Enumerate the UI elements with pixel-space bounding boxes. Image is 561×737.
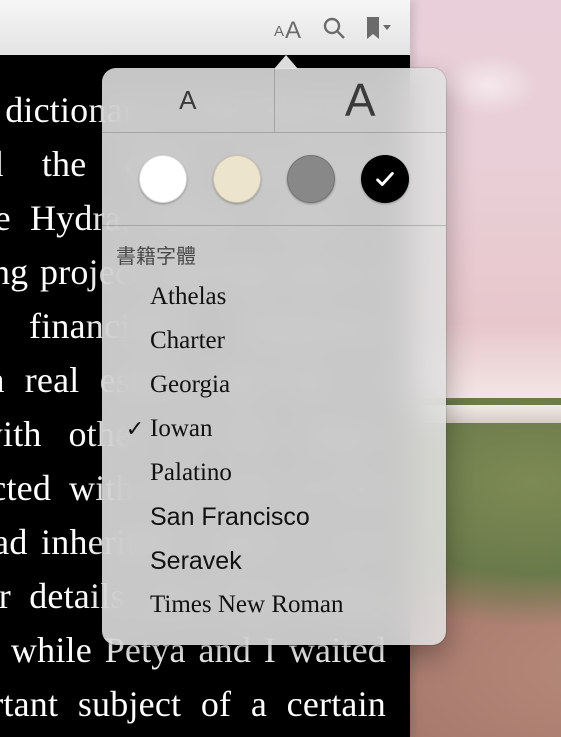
selected-check-icon: ✓	[120, 416, 150, 442]
font-option-label: Iowan	[150, 415, 212, 443]
font-option[interactable]: Athelas	[102, 275, 446, 319]
theme-black-swatch[interactable]	[361, 155, 409, 203]
font-option[interactable]: Georgia	[102, 363, 446, 407]
toolbar: A A	[0, 0, 410, 56]
font-option[interactable]: Palatino	[102, 451, 446, 495]
search-icon[interactable]	[322, 16, 346, 40]
popover-arrow	[274, 55, 298, 69]
theme-sepia-swatch[interactable]	[213, 155, 261, 203]
increase-font-label: A	[345, 73, 376, 127]
bookmark-icon[interactable]	[364, 16, 394, 40]
svg-text:A: A	[274, 23, 284, 40]
appearance-icon[interactable]: A A	[268, 15, 304, 41]
font-option-label: Athelas	[150, 283, 226, 311]
fonts-section: 書籍字體 AthelasCharterGeorgia✓IowanPalatino…	[102, 226, 446, 627]
decrease-font-button[interactable]: A	[102, 68, 275, 132]
font-list: AthelasCharterGeorgia✓IowanPalatinoSan F…	[102, 275, 446, 627]
font-option-label: San Francisco	[150, 503, 310, 532]
checkmark-icon	[374, 168, 396, 190]
theme-row	[102, 133, 446, 226]
font-size-row: A A	[102, 68, 446, 133]
font-option[interactable]: Times New Roman	[102, 583, 446, 627]
font-option-label: Times New Roman	[150, 591, 344, 619]
font-option-label: Seravek	[150, 547, 242, 576]
font-option[interactable]: Seravek	[102, 539, 446, 583]
font-option-label: Charter	[150, 327, 225, 355]
font-option-label: Georgia	[150, 371, 230, 399]
appearance-popover: A A 書籍字體 AthelasCharterGeorgia✓IowanPala…	[102, 68, 446, 645]
fonts-header: 書籍字體	[102, 234, 446, 275]
increase-font-button[interactable]: A	[275, 68, 447, 132]
theme-white-swatch[interactable]	[139, 155, 187, 203]
decrease-font-label: A	[179, 85, 196, 116]
svg-text:A: A	[285, 17, 301, 41]
theme-gray-swatch[interactable]	[287, 155, 335, 203]
font-option[interactable]: ✓Iowan	[102, 407, 446, 451]
font-option-label: Palatino	[150, 459, 232, 487]
font-option[interactable]: San Francisco	[102, 495, 446, 539]
font-option[interactable]: Charter	[102, 319, 446, 363]
